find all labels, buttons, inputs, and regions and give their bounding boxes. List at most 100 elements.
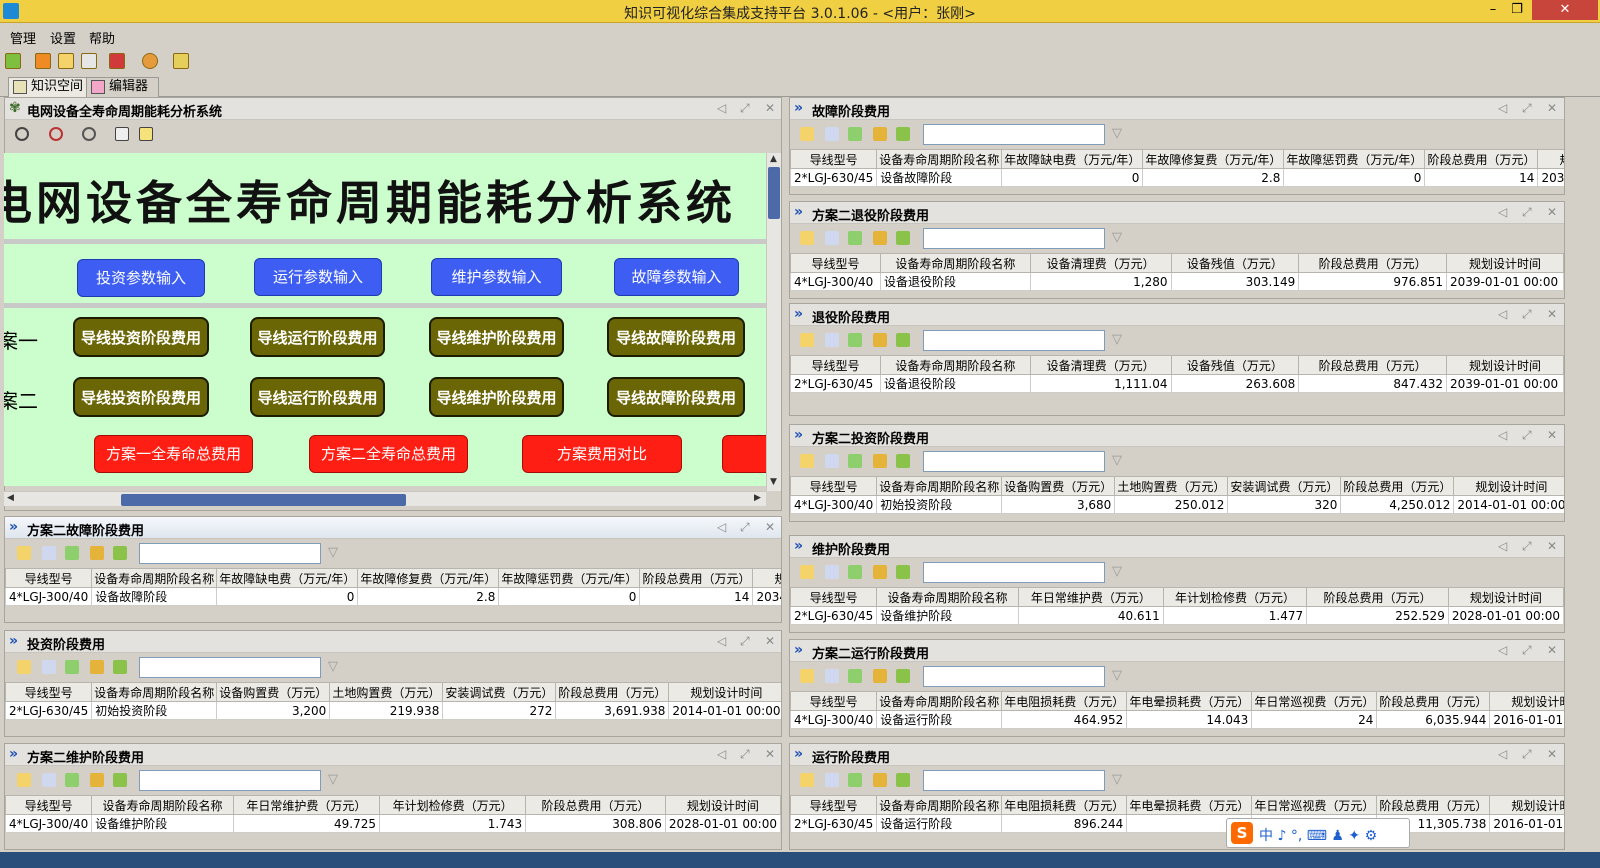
ime-toolbar[interactable]: S 中 ♪ °, ⌨ ♟ ✦ ⚙	[1226, 818, 1410, 848]
column-header[interactable]: 年电阻损耗费（万元）	[1001, 691, 1128, 711]
column-header[interactable]: 设备清理费（万元）	[1029, 355, 1172, 375]
table-cell[interactable]: 3,200	[216, 701, 331, 720]
pin-icon[interactable]: ◁	[1498, 643, 1507, 657]
exit-icon[interactable]	[5, 53, 21, 69]
column-header[interactable]: 阶段总费用（万元）	[1376, 691, 1491, 711]
export-icon[interactable]	[896, 454, 910, 468]
filter-icon[interactable]: ▽	[1112, 332, 1122, 347]
column-header[interactable]: 设备购置费（万元）	[1001, 476, 1116, 496]
column-header[interactable]: 规划设计时间	[1489, 795, 1564, 815]
table-cell[interactable]: 2014-01-01 00:00	[668, 701, 781, 720]
table-cell[interactable]: 2*LGJ-630/45	[790, 606, 878, 625]
column-header[interactable]: 规划设计时间	[1453, 476, 1564, 496]
table-cell[interactable]: 2028-01-01 00:00	[664, 814, 781, 833]
filter-input[interactable]	[139, 657, 321, 678]
export-icon[interactable]	[896, 127, 910, 141]
column-header[interactable]: 年故障修复费（万元/年）	[357, 568, 500, 588]
table-cell[interactable]: 4*LGJ-300/40	[790, 272, 881, 291]
print-icon[interactable]	[115, 127, 129, 141]
table-cell[interactable]: 4*LGJ-300/40	[5, 814, 93, 833]
column-header[interactable]: 阶段总费用（万元）	[1424, 149, 1539, 169]
s2-maint-stage-button[interactable]: 导线维护阶段费用	[429, 377, 564, 417]
close-panel-icon[interactable]: ✕	[1547, 643, 1557, 657]
horizontal-scrollbar[interactable]: ◀ ▶	[4, 491, 766, 506]
filter-icon[interactable]: ▽	[328, 545, 338, 560]
scroll-thumb[interactable]	[768, 167, 780, 219]
column-header[interactable]: 年计划检修费（万元）	[1162, 587, 1308, 607]
column-header[interactable]: 设备寿命周期阶段名称	[876, 691, 1003, 711]
column-header[interactable]: 规划设计时间	[752, 568, 781, 588]
zoom-in-icon[interactable]	[49, 127, 63, 141]
filter-icon[interactable]: ▽	[328, 659, 338, 674]
settings-icon[interactable]	[90, 546, 104, 560]
scroll-down-icon[interactable]: ▼	[770, 477, 777, 487]
settings-icon[interactable]	[873, 773, 887, 787]
tag-icon[interactable]	[848, 773, 862, 787]
export-icon[interactable]	[113, 546, 127, 560]
column-header[interactable]: 年日常巡视费（万元）	[1251, 795, 1378, 815]
tag-icon[interactable]	[848, 127, 862, 141]
tag-icon[interactable]	[848, 454, 862, 468]
table-cell[interactable]: 2014-01-01 00:00	[1453, 495, 1564, 514]
table-cell[interactable]: 0	[1001, 168, 1144, 187]
column-header[interactable]: 导线型号	[790, 795, 878, 815]
table-cell[interactable]: 设备故障阶段	[91, 587, 218, 606]
column-header[interactable]: 年故障惩罚费（万元/年）	[1283, 149, 1426, 169]
s1-fault-stage-button[interactable]: 导线故障阶段费用	[607, 317, 745, 357]
expand-icon[interactable]: ⤢	[740, 520, 750, 535]
table-cell[interactable]: 2.8	[357, 587, 500, 606]
table-cell[interactable]: 1,280	[1029, 272, 1172, 291]
export-icon[interactable]	[896, 773, 910, 787]
column-header[interactable]: 导线型号	[5, 795, 93, 815]
column-header[interactable]: 年故障缺电费（万元/年）	[1001, 149, 1144, 169]
table-cell[interactable]: 24	[1251, 710, 1378, 729]
column-header[interactable]: 年日常维护费（万元）	[232, 795, 381, 815]
pin-icon[interactable]: ◁	[717, 634, 726, 648]
menu-settings[interactable]: 设置	[50, 28, 76, 47]
column-header[interactable]: 年故障缺电费（万元/年）	[216, 568, 359, 588]
table-row[interactable]: 4*LGJ-300/40 初始投资阶段 3,680 250.012 320 4,…	[790, 495, 1564, 514]
filter-input[interactable]	[923, 770, 1105, 791]
column-header[interactable]: 规划设计时间	[1445, 253, 1564, 273]
table-cell[interactable]: 2039-01-01 00:00	[1445, 374, 1564, 393]
pin-icon[interactable]: ◁	[1498, 747, 1507, 761]
table-cell[interactable]: 2.8	[1142, 168, 1285, 187]
settings-icon[interactable]	[90, 660, 104, 674]
table-cell[interactable]: 3,680	[1001, 495, 1116, 514]
table-cell[interactable]: 2016-01-01 00:00	[1489, 710, 1564, 729]
table-cell[interactable]: 49.725	[232, 814, 381, 833]
diagram-canvas[interactable]: 电网设备全寿命周期能耗分析系统 投资参数输入 运行参数输入 维护参数输入 故障参…	[4, 153, 766, 486]
open-icon[interactable]	[800, 669, 814, 683]
table-cell[interactable]: 308.806	[525, 814, 666, 833]
table-cell[interactable]: 303.149	[1170, 272, 1300, 291]
pin-icon[interactable]: ◁	[1498, 307, 1507, 321]
table-cell[interactable]: 2034-01-01 00:00	[1537, 168, 1564, 187]
menu-manage[interactable]: 管理	[10, 28, 36, 47]
close-panel-icon[interactable]: ✕	[1547, 747, 1557, 761]
export-icon[interactable]	[896, 333, 910, 347]
scheme2-total-cost-button[interactable]: 方案二全寿命总费用	[309, 435, 468, 473]
extra-red-button[interactable]	[722, 435, 766, 473]
close-panel-icon[interactable]: ✕	[765, 747, 775, 761]
export-icon[interactable]	[113, 773, 127, 787]
fault-param-input-button[interactable]: 故障参数输入	[614, 258, 739, 296]
close-panel-icon[interactable]: ✕	[1547, 101, 1557, 115]
export-icon[interactable]	[896, 565, 910, 579]
filter-input[interactable]	[923, 228, 1105, 249]
settings-icon[interactable]	[873, 127, 887, 141]
table-cell[interactable]: 4*LGJ-300/40	[5, 587, 93, 606]
table-cell[interactable]: 设备维护阶段	[91, 814, 234, 833]
settings-icon[interactable]	[90, 773, 104, 787]
ime-logo-icon[interactable]: S	[1231, 822, 1253, 844]
column-header[interactable]: 导线型号	[790, 476, 878, 496]
export-icon[interactable]	[113, 660, 127, 674]
table-cell[interactable]: 2016-01-01 00:00	[1489, 814, 1564, 833]
table-cell[interactable]: 464.952	[1001, 710, 1128, 729]
copy-icon[interactable]	[42, 546, 56, 560]
column-header[interactable]: 导线型号	[790, 253, 881, 273]
close-panel-icon[interactable]: ✕	[1547, 205, 1557, 219]
column-header[interactable]: 安装调试费（万元）	[442, 682, 557, 702]
copy-icon[interactable]	[42, 773, 56, 787]
column-header[interactable]: 年故障惩罚费（万元/年）	[498, 568, 641, 588]
menu-help[interactable]: 帮助	[89, 28, 115, 47]
